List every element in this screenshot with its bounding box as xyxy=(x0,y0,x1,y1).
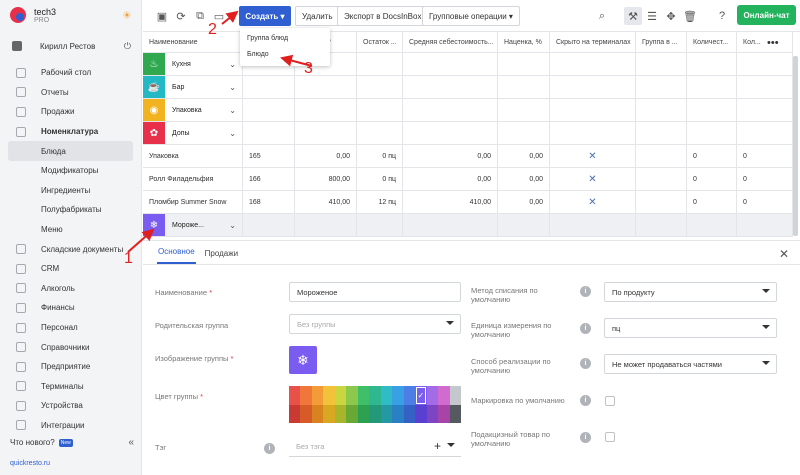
annotation-3: 3 xyxy=(304,60,313,77)
arrow-2 xyxy=(221,10,239,25)
annotation-arrows xyxy=(127,10,313,253)
arrow-1 xyxy=(127,228,155,253)
annotation-2: 2 xyxy=(208,21,217,38)
annotation-1: 1 xyxy=(124,250,133,267)
